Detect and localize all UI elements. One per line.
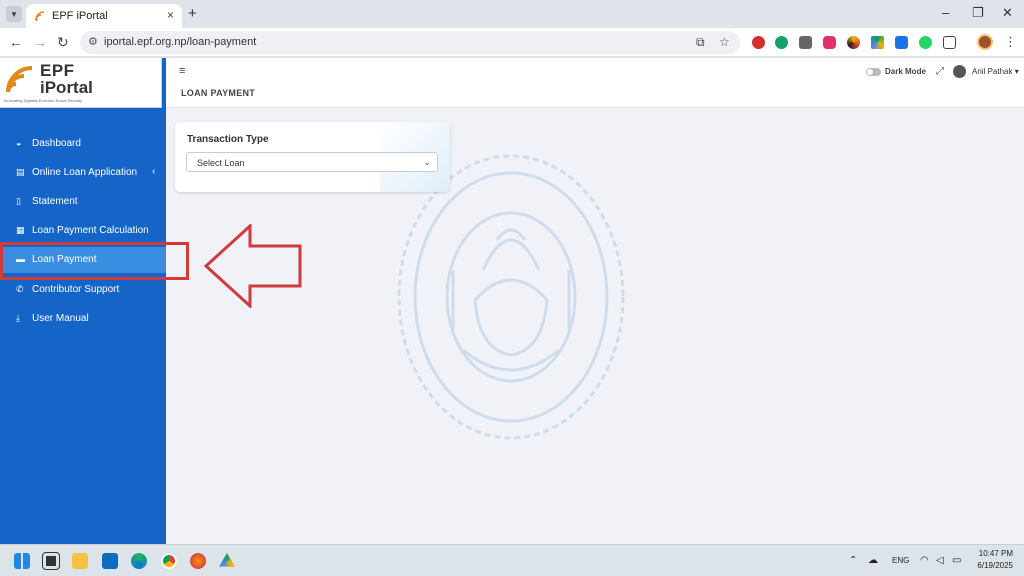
language-indicator[interactable]: ENG [892, 556, 909, 565]
gear-icon[interactable] [799, 36, 812, 49]
loan-select[interactable]: Select Loan ⌄ [186, 152, 438, 172]
browser-tab[interactable]: EPF iPortal × [26, 4, 182, 28]
clock-date[interactable]: 6/19/2025 [966, 561, 1013, 570]
sidebar-item-label: Contributor Support [32, 284, 120, 295]
chevron-down-icon: ⌄ [423, 157, 431, 167]
sidebar-item-statement[interactable]: ▯ Statement [0, 189, 166, 215]
outlook-icon[interactable] [102, 553, 118, 569]
profile-avatar[interactable] [977, 34, 993, 50]
epf-logo-icon [6, 66, 33, 93]
annotation-arrow-icon [204, 224, 302, 308]
page: EPF iPortal Innovating Digitally Enriche… [0, 58, 1024, 544]
brand-line2: iPortal [40, 78, 93, 97]
forward-icon[interactable]: → [33, 34, 47, 50]
sidebar-item-user-manual[interactable]: ⤓ User Manual [0, 306, 166, 332]
reload-icon[interactable]: ↻ [57, 34, 69, 51]
user-menu[interactable]: Anil Pathak ▾ [972, 67, 1019, 76]
google-drive-icon[interactable] [219, 553, 235, 567]
extensions-icon[interactable] [943, 36, 956, 49]
windows-taskbar: ⌃ ☁ ENG ◠ ◁ ▭ 10:47 PM 6/19/2025 [0, 544, 1024, 576]
minimize-button[interactable]: – [942, 5, 949, 20]
loan-select-value: Select Loan [197, 158, 245, 168]
meet-icon[interactable] [895, 36, 908, 49]
install-app-icon[interactable]: ⧉ [696, 35, 705, 50]
battery-icon[interactable]: ▭ [952, 555, 961, 566]
file-icon: ▯ [16, 196, 21, 206]
annotation-highlight-box [0, 242, 189, 280]
firefox-icon[interactable] [190, 553, 206, 569]
sidebar-item-label: Statement [32, 196, 78, 207]
grammarly-icon[interactable] [775, 36, 788, 49]
transaction-type-label: Transaction Type [187, 134, 269, 145]
dark-mode-label: Dark Mode [885, 67, 926, 76]
phone-icon: ✆ [16, 284, 24, 294]
new-tab-button[interactable]: + [188, 5, 197, 22]
ublock-icon[interactable] [752, 36, 765, 49]
whatsapp-icon[interactable] [919, 36, 932, 49]
browser-tab-bar: ▾ EPF iPortal × + – ❐ ✕ [0, 0, 1024, 28]
browser-menu-icon[interactable]: ⋮ [1004, 34, 1017, 50]
sidebar-item-online-loan-application[interactable]: ▤ Online Loan Application ‹ [0, 160, 166, 186]
windows-start-icon[interactable] [14, 553, 30, 569]
brand-logo-area[interactable]: EPF iPortal Innovating Digitally Enriche… [0, 58, 162, 108]
sidebar-item-label: Dashboard [32, 138, 81, 149]
restore-button[interactable]: ❐ [972, 5, 984, 21]
sidebar-item-label: User Manual [32, 313, 89, 324]
chevron-left-icon: ‹ [152, 166, 156, 177]
topbar: ≡ LOAN PAYMENT Dark Mode ⤢ Anil Pathak ▾ [166, 58, 1024, 108]
wifi-icon[interactable]: ◠ [920, 555, 929, 566]
user-avatar[interactable] [953, 65, 966, 78]
site-info-icon[interactable]: ⚙ [88, 35, 98, 48]
file-explorer-icon[interactable] [72, 553, 88, 569]
cloud-icon[interactable]: ☁ [868, 555, 878, 566]
address-bar[interactable]: ⚙ iportal.epf.org.np/loan-payment ⧉ ☆ [80, 31, 740, 54]
sidebar-item-loan-payment-calculation[interactable]: ▦ Loan Payment Calculation [0, 218, 166, 244]
document-icon: ▤ [16, 167, 25, 177]
fullscreen-icon[interactable]: ⤢ [936, 66, 944, 77]
sidebar: EPF iPortal Innovating Digitally Enriche… [0, 58, 166, 544]
tab-close-icon[interactable]: × [167, 8, 174, 22]
palette-icon[interactable] [847, 36, 860, 49]
task-view-icon[interactable] [42, 552, 60, 570]
transaction-type-card: Transaction Type Select Loan ⌄ [175, 122, 450, 192]
sidebar-item-contributor-support[interactable]: ✆ Contributor Support [0, 277, 166, 303]
menu-toggle-icon[interactable]: ≡ [179, 65, 185, 77]
show-hidden-icons-icon[interactable]: ⌃ [849, 555, 857, 566]
sidebar-item-label: Loan Payment Calculation [32, 225, 149, 236]
sidebar-item-label: Online Loan Application [32, 167, 138, 178]
tab-search-button[interactable]: ▾ [6, 6, 22, 22]
dark-mode-toggle[interactable] [866, 68, 881, 76]
instagram-icon[interactable] [823, 36, 836, 49]
volume-icon[interactable]: ◁ [936, 555, 944, 566]
sidebar-item-dashboard[interactable]: ◒ Dashboard [0, 131, 166, 157]
calculator-icon: ▦ [16, 225, 25, 235]
epf-seal-watermark-icon [397, 154, 625, 440]
edge-icon[interactable] [131, 553, 147, 569]
tab-title: EPF iPortal [52, 10, 108, 22]
page-title: LOAN PAYMENT [181, 88, 256, 98]
close-window-button[interactable]: ✕ [1002, 5, 1013, 21]
clock-time[interactable]: 10:47 PM [973, 549, 1013, 558]
url-text[interactable]: iportal.epf.org.np/loan-payment [104, 36, 256, 48]
brand-tagline: Innovating Digitally Enriched Social Sec… [4, 98, 83, 103]
download-icon: ⤓ [16, 313, 20, 323]
browser-toolbar: ← → ↻ ⚙ iportal.epf.org.np/loan-payment … [0, 28, 1024, 57]
dashboard-icon: ◒ [16, 138, 22, 148]
drive-icon[interactable] [871, 36, 884, 49]
epf-favicon-icon [35, 11, 45, 21]
back-icon[interactable]: ← [9, 34, 23, 50]
chrome-icon[interactable] [161, 553, 177, 569]
bookmark-star-icon[interactable]: ☆ [719, 35, 730, 49]
